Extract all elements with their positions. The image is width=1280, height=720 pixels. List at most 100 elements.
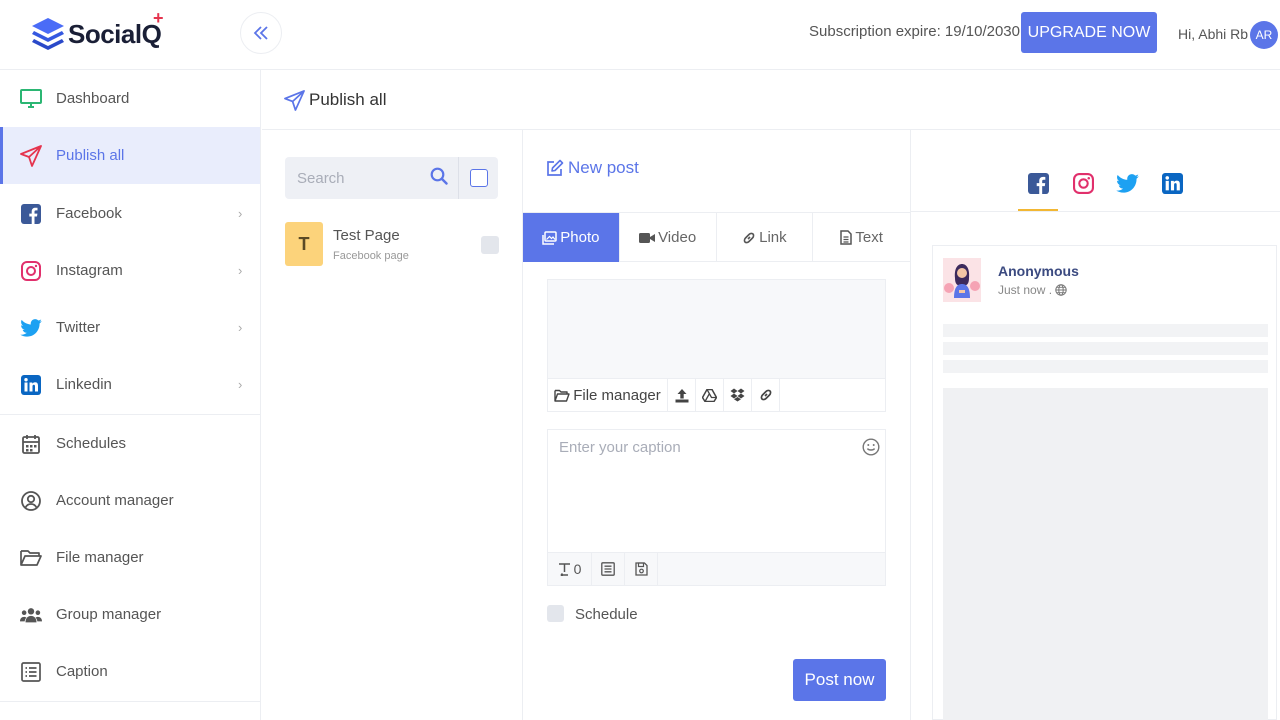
collapse-sidebar-button[interactable] <box>240 12 282 54</box>
schedule-checkbox[interactable] <box>547 605 564 622</box>
page-name: Test Page <box>333 227 400 244</box>
tab-linkedin[interactable] <box>1152 168 1192 198</box>
chevron-right-icon: › <box>238 206 243 221</box>
sidebar-item-label: Publish all <box>56 147 125 164</box>
post-type-tabs: Photo Video Link Text <box>523 212 910 262</box>
search-icon[interactable] <box>430 167 448 190</box>
save-icon <box>634 562 648 576</box>
edit-icon <box>546 159 564 177</box>
preview-image-placeholder <box>943 388 1268 720</box>
sidebar-item-twitter[interactable]: Twitter › <box>0 299 260 356</box>
file-manager-button[interactable]: File manager <box>548 379 668 411</box>
globe-icon <box>1055 284 1067 296</box>
sidebar-item-group-manager[interactable]: Group manager <box>0 586 260 643</box>
instagram-icon <box>1072 172 1094 194</box>
select-all-checkbox[interactable] <box>470 169 488 187</box>
tab-instagram[interactable] <box>1063 168 1103 198</box>
caption-list-button[interactable] <box>592 553 625 585</box>
sidebar-item-schedules[interactable]: Schedules <box>0 415 260 472</box>
linkedin-icon <box>1161 172 1183 194</box>
preview-author-name: Anonymous <box>998 263 1079 279</box>
sidebar: Dashboard Publish all Facebook › Instagr… <box>0 70 261 720</box>
sidebar-item-dashboard[interactable]: Dashboard <box>0 70 260 127</box>
tab-link[interactable]: Link <box>717 213 814 262</box>
caption-input[interactable] <box>548 430 885 552</box>
caption-toolbar: 0 <box>548 552 885 585</box>
tab-text[interactable]: Text <box>813 213 910 262</box>
tab-label: Video <box>658 229 697 246</box>
upload-button[interactable] <box>668 379 696 411</box>
sidebar-item-caption[interactable]: Caption <box>0 643 260 700</box>
sidebar-item-linkedin[interactable]: Linkedin › <box>0 356 260 413</box>
url-media-button[interactable] <box>752 379 780 411</box>
text-height-icon <box>558 562 571 576</box>
list-icon <box>601 562 615 576</box>
schedule-label: Schedule <box>575 606 638 623</box>
chevron-right-icon: › <box>238 263 243 278</box>
list-item[interactable]: T Test Page Facebook page <box>285 220 499 268</box>
subscription-expiry: Subscription expire: 19/10/2030 <box>809 23 1020 40</box>
tab-facebook[interactable] <box>1018 168 1058 198</box>
facebook-icon <box>20 203 42 225</box>
sidebar-item-label: Instagram <box>56 262 123 279</box>
dropbox-icon <box>730 388 745 402</box>
media-dropzone[interactable]: File manager <box>547 279 886 412</box>
top-header: SocialQ + Subscription expire: 19/10/203… <box>0 0 1280 70</box>
column-divider <box>910 130 911 720</box>
post-preview-card: Anonymous Just now . <box>932 245 1277 720</box>
sidebar-item-label: Linkedin <box>56 376 112 393</box>
file-manager-label: File manager <box>573 386 661 404</box>
preview-text-placeholder <box>943 342 1268 355</box>
sidebar-item-label: Group manager <box>56 606 162 623</box>
logo-layers-icon <box>30 14 66 54</box>
dropbox-button[interactable] <box>724 379 752 411</box>
upgrade-now-button[interactable]: UPGRADE NOW <box>1021 12 1157 53</box>
list-icon <box>20 661 42 683</box>
logo[interactable]: SocialQ <box>30 14 162 54</box>
sidebar-item-facebook[interactable]: Facebook › <box>0 185 260 242</box>
sidebar-item-label: Twitter <box>56 319 101 336</box>
facebook-icon <box>1027 172 1049 194</box>
user-greeting[interactable]: Hi, Abhi Rb <box>1178 26 1248 42</box>
page-title: Publish all <box>309 90 387 109</box>
sidebar-item-account-manager[interactable]: Account manager <box>0 472 260 529</box>
page-checkbox[interactable] <box>481 236 499 254</box>
sidebar-item-instagram[interactable]: Instagram › <box>0 242 260 299</box>
tab-video[interactable]: Video <box>620 213 717 262</box>
avatar[interactable]: AR <box>1250 21 1278 49</box>
folder-open-icon <box>554 389 570 402</box>
sidebar-item-label: Facebook <box>56 205 122 222</box>
sidebar-item-publish-all[interactable]: Publish all <box>0 127 260 184</box>
brand-plus: + <box>153 8 164 28</box>
paper-plane-icon <box>20 144 42 167</box>
video-icon <box>639 232 656 244</box>
active-tab-indicator <box>1018 209 1058 211</box>
preview-network-tabs <box>1017 168 1187 212</box>
sidebar-item-file-manager[interactable]: File manager <box>0 529 260 586</box>
search-divider <box>458 157 459 199</box>
media-toolbar: File manager <box>548 378 885 411</box>
page-thumbnail: T <box>285 222 323 266</box>
tab-photo[interactable]: Photo <box>523 213 620 262</box>
chevron-right-icon: › <box>238 377 243 392</box>
calendar-icon <box>20 433 42 455</box>
tab-twitter[interactable] <box>1107 168 1147 198</box>
twitter-icon <box>20 317 42 339</box>
google-drive-button[interactable] <box>696 379 724 411</box>
preview-timestamp: Just now . <box>998 283 1067 297</box>
twitter-icon <box>1115 173 1139 193</box>
link-icon <box>742 231 756 245</box>
tab-label: Text <box>855 229 883 246</box>
preview-avatar <box>943 258 981 302</box>
double-chevron-left-icon <box>253 26 269 40</box>
file-text-icon <box>840 230 853 245</box>
post-now-button[interactable]: Post now <box>793 659 886 701</box>
user-circle-icon <box>20 490 42 512</box>
linkedin-icon <box>20 374 42 396</box>
save-caption-button[interactable] <box>625 553 658 585</box>
smile-icon[interactable] <box>862 438 880 461</box>
preview-tabs-divider <box>911 211 1280 212</box>
photo-icon <box>542 230 558 245</box>
brand-name: SocialQ <box>68 18 162 49</box>
sidebar-item-label: Caption <box>56 663 108 680</box>
